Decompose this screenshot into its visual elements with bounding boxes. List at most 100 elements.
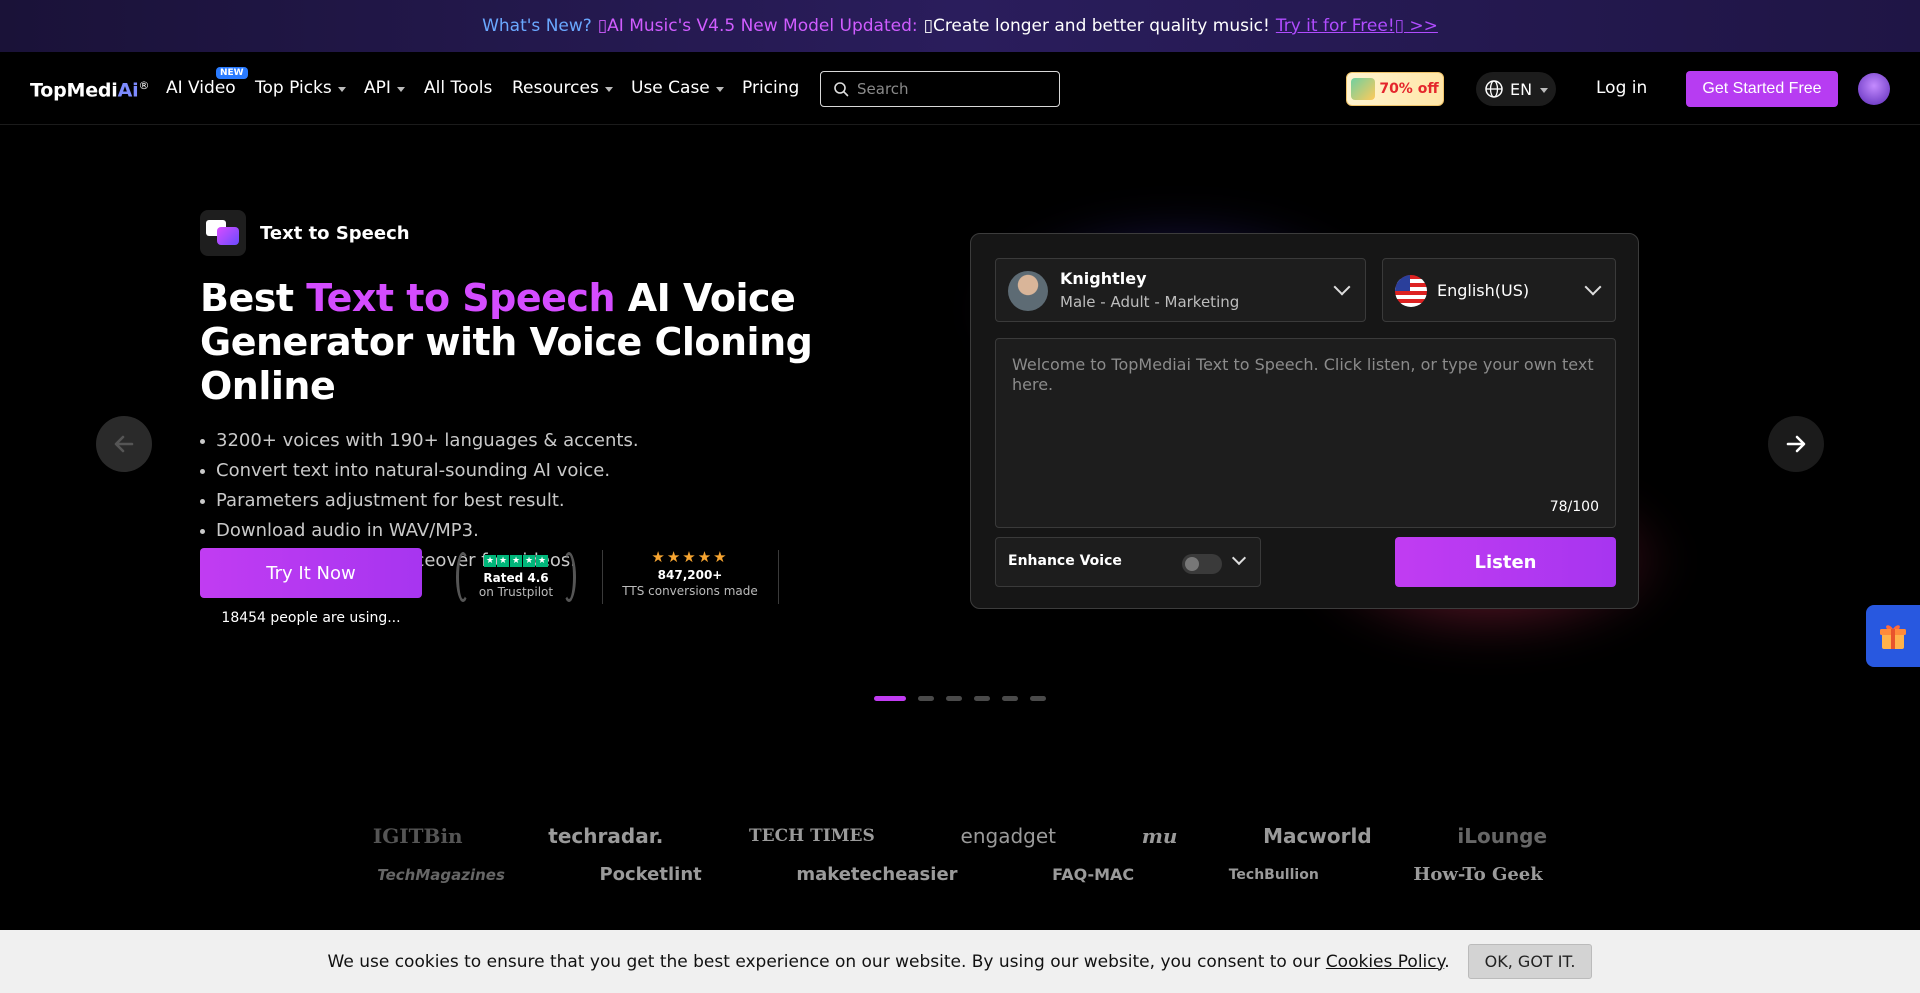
press-logo: How-To Geek xyxy=(1413,864,1543,885)
nav-ai-video-label: AI Video xyxy=(166,78,236,98)
search-box[interactable] xyxy=(820,71,1060,107)
press-logo: maketecheasier xyxy=(796,864,958,885)
cookies-policy-link[interactable]: Cookies Policy xyxy=(1326,952,1444,972)
topmediai-logo[interactable]: TopMediAi® xyxy=(30,79,149,101)
listen-button[interactable]: Listen xyxy=(1395,537,1616,587)
language-switcher[interactable]: EN xyxy=(1476,72,1556,106)
nav-resources[interactable]: Resources xyxy=(512,78,613,98)
press-logo: FAQ-MAC xyxy=(1052,865,1135,884)
nav-ai-video[interactable]: AI Video xyxy=(166,78,236,98)
tts-widget: Knightley Male - Adult - Marketing Engli… xyxy=(970,233,1639,609)
laurel-left-icon xyxy=(456,552,470,602)
press-logo: mu xyxy=(1141,824,1178,848)
feature-item: Download audio in WAV/MP3. xyxy=(200,516,900,546)
press-logo: TechMagazines xyxy=(377,865,505,884)
chevron-down-icon[interactable] xyxy=(1231,550,1247,566)
nav-all-tools-label: All Tools xyxy=(424,78,493,98)
language-selector[interactable]: English(US) xyxy=(1382,258,1616,322)
nav-all-tools[interactable]: All Tools xyxy=(424,78,492,98)
feature-item: Parameters adjustment for best result. xyxy=(200,486,900,516)
search-input[interactable] xyxy=(857,80,1047,98)
announcement-body: ▯Create longer and better quality music! xyxy=(923,16,1270,36)
carousel-dot[interactable] xyxy=(974,696,990,701)
promo-image xyxy=(1351,78,1376,100)
press-logo: TechBullion xyxy=(1228,866,1319,883)
language-code: EN xyxy=(1509,79,1533,99)
gift-button[interactable] xyxy=(1866,605,1920,667)
logo-main-text: TopMedi xyxy=(30,79,118,102)
top-nav: TopMediAi® NEW AI Video Top Picks API Al… xyxy=(0,52,1920,125)
caret-down-icon xyxy=(715,86,724,92)
cookie-banner: We use cookies to ensure that you get th… xyxy=(0,930,1920,993)
carousel-dot[interactable] xyxy=(1002,696,1018,701)
hero-title-accent: Text to Speech xyxy=(306,276,615,320)
press-logo: Macworld xyxy=(1263,824,1372,848)
hero-title: Best Text to Speech AI Voice Generator w… xyxy=(200,276,900,408)
user-avatar-icon[interactable] xyxy=(1858,73,1890,105)
nav-top-picks[interactable]: Top Picks xyxy=(255,78,346,98)
press-logos-row-1: IGITBin techradar. TECH TIMES engadget m… xyxy=(330,824,1590,848)
enhance-voice-toggle[interactable] xyxy=(1182,554,1222,574)
voice-name: Knightley xyxy=(1060,269,1147,288)
search-icon xyxy=(834,82,849,97)
carousel-dot[interactable] xyxy=(918,696,934,701)
carousel-pagination xyxy=(874,696,1046,701)
login-link[interactable]: Log in xyxy=(1596,78,1647,98)
promo-discount-badge[interactable]: 70% off xyxy=(1346,72,1444,106)
nav-api[interactable]: API xyxy=(364,78,405,98)
enhance-voice-label: Enhance Voice xyxy=(1008,553,1122,569)
conversions-label: TTS conversions made xyxy=(622,584,758,598)
carousel-dot[interactable] xyxy=(1030,696,1046,701)
text-to-speech-icon xyxy=(200,210,246,256)
carousel-next-button[interactable] xyxy=(1768,416,1824,472)
try-it-now-button[interactable]: Try It Now xyxy=(200,548,422,598)
nav-api-label: API xyxy=(364,78,391,98)
nav-pricing-label: Pricing xyxy=(742,78,800,98)
cookie-ok-button[interactable]: OK, GOT IT. xyxy=(1467,944,1593,979)
product-name: Text to Speech xyxy=(260,222,410,244)
caret-down-icon xyxy=(1540,87,1549,93)
globe-icon xyxy=(1485,80,1503,98)
chevron-down-icon xyxy=(1333,278,1351,296)
arrow-right-icon xyxy=(1786,435,1806,453)
trustpilot-badge: ★ ★ ★ ★ ★ Rated 4.6 on Trustpilot xyxy=(450,548,582,606)
hero-title-prefix: Best xyxy=(200,276,307,320)
language-label: English(US) xyxy=(1437,281,1530,300)
carousel-dot[interactable] xyxy=(946,696,962,701)
nav-top-picks-label: Top Picks xyxy=(255,78,332,98)
conversions-stat: ★★★★★ 847,200+ TTS conversions made xyxy=(610,548,770,598)
get-started-button[interactable]: Get Started Free xyxy=(1686,71,1838,107)
press-logo: iLounge xyxy=(1457,824,1548,848)
whats-new-label: What's New? xyxy=(482,16,592,36)
nav-use-case-label: Use Case xyxy=(631,78,710,98)
us-flag-icon xyxy=(1395,275,1427,307)
tts-text-input[interactable] xyxy=(996,339,1615,527)
announcement-highlight: ▯AI Music's V4.5 New Model Updated: xyxy=(597,16,918,36)
divider xyxy=(602,550,603,604)
announcement-bar: What's New? ▯AI Music's V4.5 New Model U… xyxy=(0,0,1920,52)
press-logo: techradar. xyxy=(548,824,664,848)
people-using-text: 18454 people are using... xyxy=(221,610,401,626)
voice-description: Male - Adult - Marketing xyxy=(1060,293,1240,311)
promo-text: 70% off xyxy=(1379,81,1439,97)
logo-registered-mark: ® xyxy=(138,79,150,92)
nav-pricing[interactable]: Pricing xyxy=(742,78,799,98)
enhance-voice-control[interactable]: Enhance Voice xyxy=(995,537,1261,587)
press-logos-row-2: TechMagazines Pocketlint maketecheasier … xyxy=(330,864,1590,885)
announcement-try-link[interactable]: Try it for Free!▯ >> xyxy=(1276,16,1438,36)
logo-ai-text: Ai xyxy=(117,79,139,102)
nav-use-case[interactable]: Use Case xyxy=(631,78,724,98)
voice-avatar xyxy=(1008,271,1048,311)
gold-stars-icon: ★★★★★ xyxy=(651,548,729,566)
cookie-text: We use cookies to ensure that you get th… xyxy=(327,951,1321,972)
gift-icon xyxy=(1880,625,1906,649)
voice-selector[interactable]: Knightley Male - Adult - Marketing xyxy=(995,258,1366,322)
hero-section: Text to Speech Best Text to Speech AI Vo… xyxy=(200,210,900,576)
carousel-dot[interactable] xyxy=(874,696,906,701)
carousel-prev-button[interactable] xyxy=(96,416,152,472)
cookie-period: . xyxy=(1444,951,1450,972)
caret-down-icon xyxy=(337,86,346,92)
press-logo: IGITBin xyxy=(372,824,463,848)
press-logo: engadget xyxy=(960,824,1056,848)
cookie-message: We use cookies to ensure that you get th… xyxy=(328,952,1450,972)
